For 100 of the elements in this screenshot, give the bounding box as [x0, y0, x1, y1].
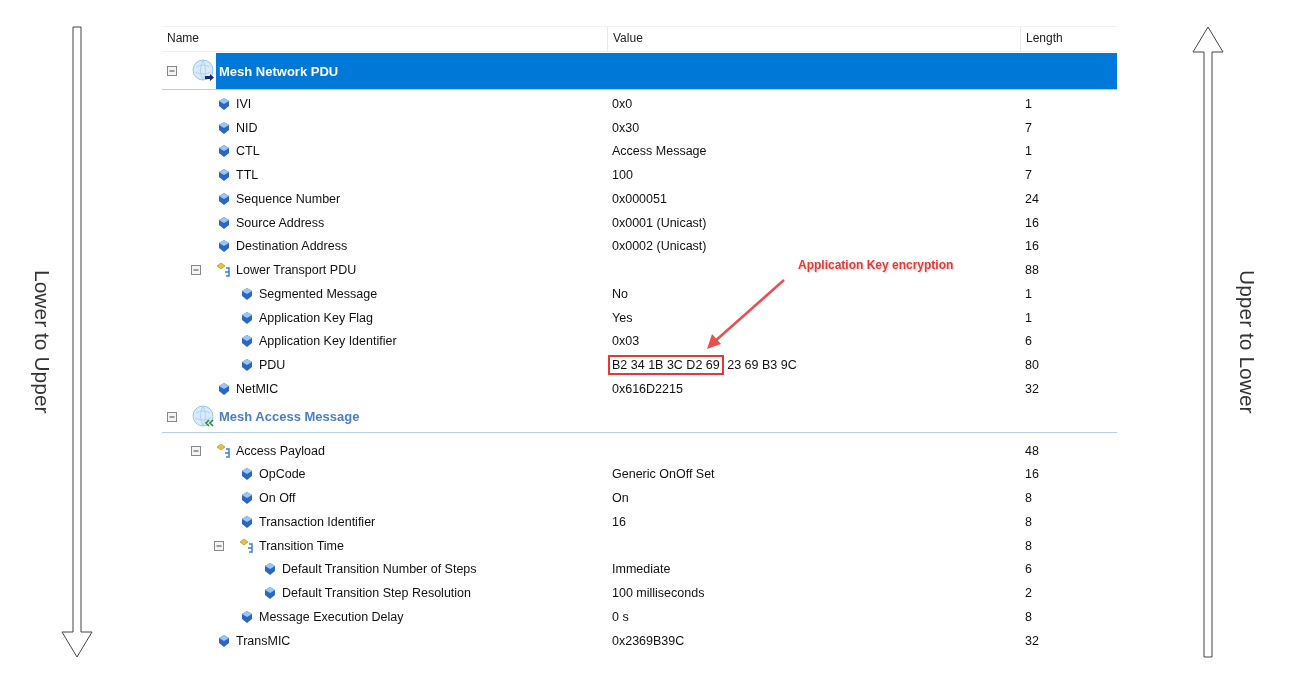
field-length: 48 [1024, 443, 1040, 458]
field-name: Access Payload [236, 443, 325, 458]
field-name: Segmented Message [259, 286, 378, 301]
field-value: 100 [611, 168, 634, 183]
field-name: NID [236, 120, 258, 135]
collapse-toggle[interactable] [191, 265, 201, 276]
field-length: 1 [1024, 96, 1033, 111]
column-header[interactable]: Length [1020, 27, 1117, 51]
field-name: Destination Address [236, 239, 348, 254]
diamond-icon [219, 634, 229, 647]
field-length: 88 [1024, 263, 1040, 278]
column-header[interactable]: Name [162, 27, 607, 51]
field-name: Message Execution Delay [259, 609, 404, 624]
diamond-icon [265, 587, 275, 600]
diamond-icon [219, 145, 229, 158]
field-length: 1 [1024, 310, 1033, 325]
collapse-toggle[interactable] [191, 445, 201, 456]
collapse-toggle[interactable] [167, 66, 177, 76]
diamond-icon [242, 610, 252, 623]
field-value: 0x616D2215 [611, 381, 684, 396]
diamond-icon [219, 192, 229, 205]
diamond-icon [242, 359, 252, 372]
field-name: TTL [236, 168, 259, 183]
field-name: NetMIC [236, 381, 279, 396]
field-value: 0 s [611, 609, 630, 624]
field-length: 32 [1024, 381, 1040, 396]
field-length: 16 [1024, 215, 1040, 230]
field-name: Lower Transport PDU [236, 263, 357, 278]
field-name: PDU [259, 358, 286, 373]
field-length: 8 [1024, 514, 1033, 529]
field-name: Source Address [236, 215, 325, 230]
field-name: CTL [236, 144, 260, 159]
field-name: OpCode [259, 467, 306, 482]
field-name: Application Key Flag [259, 310, 373, 325]
field-value: Yes [611, 310, 634, 325]
field-name: On Off [259, 491, 296, 506]
field-name: Default Transition Number of Steps [282, 562, 477, 577]
diamond-icon [242, 287, 252, 300]
field-value: 100 milliseconds [611, 586, 706, 601]
diamond-icon [219, 382, 229, 395]
field-name: Application Key Identifier [259, 334, 397, 349]
field-value: 16 [611, 514, 627, 529]
field-name: Sequence Number [236, 191, 341, 206]
field-value: No [611, 286, 629, 301]
section-row[interactable]: Mesh Network PDU [216, 53, 1117, 89]
field-length: 2 [1024, 586, 1033, 601]
field-value: 0x000051 [611, 191, 668, 206]
field-value: 0x0 [611, 96, 634, 111]
field-name: Transaction Identifier [259, 514, 376, 529]
field-value: 0x03 [611, 334, 641, 349]
globe-chevrons-icon [192, 404, 216, 429]
field-length: 7 [1024, 168, 1033, 183]
column-header[interactable]: Value [607, 27, 1020, 51]
diamond-icon [219, 121, 229, 134]
field-length: 7 [1024, 120, 1033, 135]
field-length: 24 [1024, 191, 1040, 206]
collapse-toggle[interactable] [167, 411, 177, 422]
field-length: 1 [1024, 286, 1033, 301]
field-length: 80 [1024, 358, 1040, 373]
cubes-icon [216, 262, 232, 279]
diamond-icon [242, 515, 252, 528]
field-value: Generic OnOff Set [611, 467, 716, 482]
highlighted-value: B2 34 1B 3C D2 69 [608, 355, 724, 376]
field-value: B2 34 1B 3C D2 69 23 69 B3 9C [607, 358, 1020, 373]
diamond-icon [242, 335, 252, 348]
field-length: 1 [1024, 144, 1033, 159]
field-value: 0x30 [611, 120, 641, 135]
diamond-icon [219, 169, 229, 182]
field-length: 32 [1024, 633, 1040, 648]
diamond-icon [219, 216, 229, 229]
callout-label: Application Key encryption [798, 258, 954, 272]
field-length: 8 [1024, 491, 1033, 506]
section-row[interactable]: Mesh Access Message [216, 401, 1117, 432]
cubes-icon [216, 442, 232, 459]
diamond-icon [242, 311, 252, 324]
field-value: 0x0002 (Unicast) [611, 239, 708, 254]
field-length: 16 [1024, 467, 1040, 482]
field-value: On [611, 491, 630, 506]
field-length: 8 [1024, 538, 1033, 553]
field-length: 16 [1024, 239, 1040, 254]
field-length: 6 [1024, 562, 1033, 577]
diamond-icon [265, 563, 275, 576]
diamond-icon [219, 240, 229, 253]
diamond-icon [242, 492, 252, 505]
field-name: IVI [236, 96, 252, 111]
collapse-toggle[interactable] [214, 540, 224, 551]
cubes-icon [239, 537, 255, 554]
diamond-icon [242, 468, 252, 481]
diamond-icon [219, 97, 229, 110]
field-length: 8 [1024, 609, 1033, 624]
field-length: 6 [1024, 334, 1033, 349]
direction-label: Lower to Upper [30, 270, 54, 414]
field-value: 0x0001 (Unicast) [611, 215, 708, 230]
field-name: Default Transition Step Resolution [282, 586, 471, 601]
field-value: Access Message [611, 144, 708, 159]
field-value: Immediate [611, 562, 672, 577]
field-name: TransMIC [236, 633, 291, 648]
field-value: 0x2369B39C [611, 633, 686, 648]
field-name: Transition Time [259, 538, 344, 553]
direction-label: Upper to Lower [1235, 270, 1259, 414]
